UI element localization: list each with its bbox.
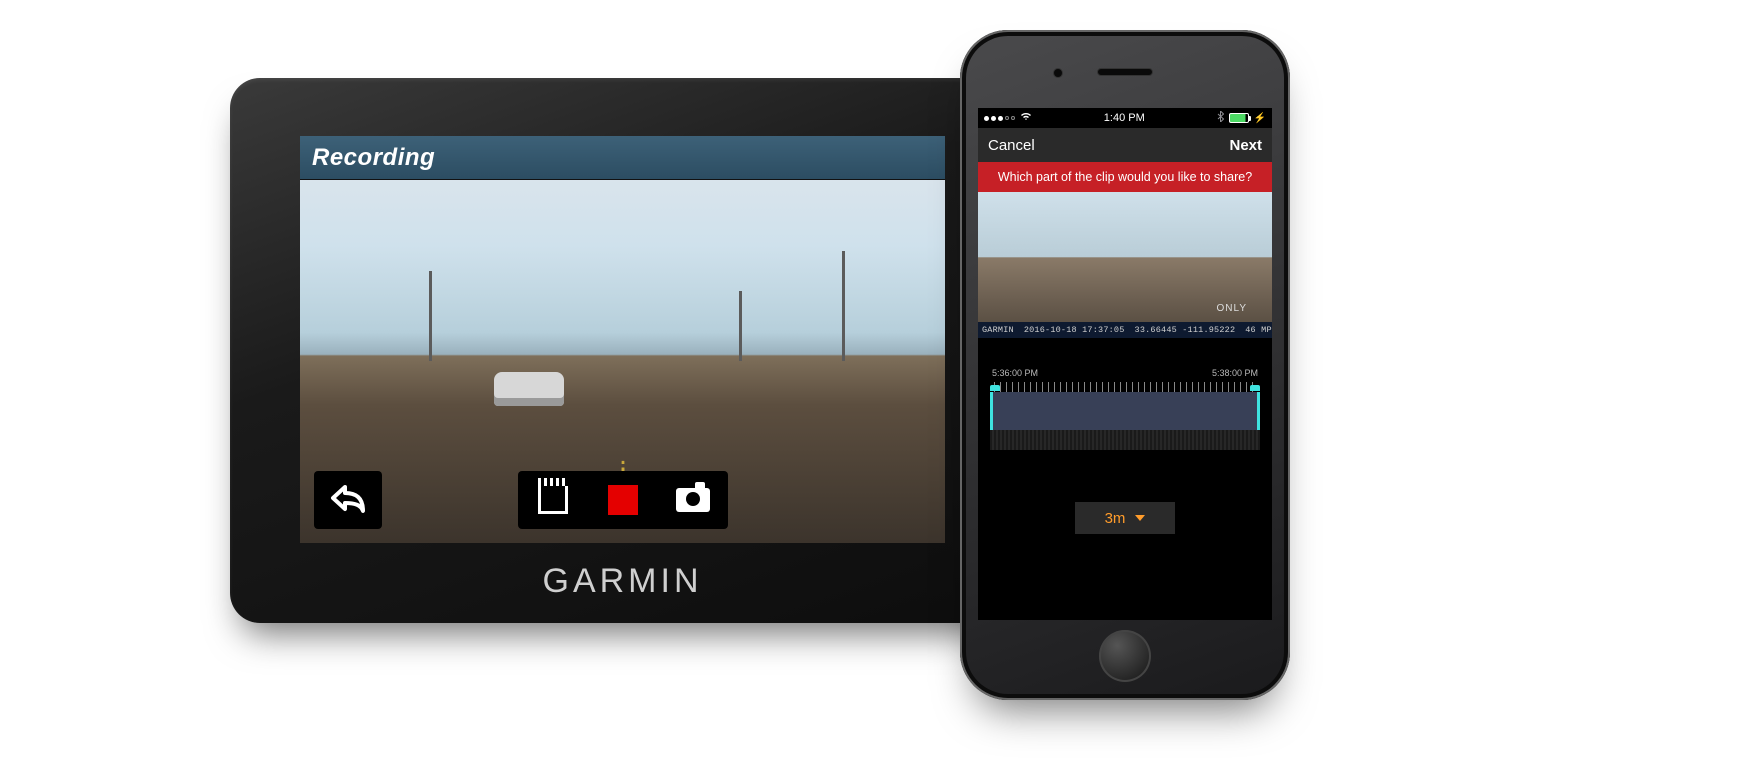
status-bar: 1:40 PM ⚡ [978, 108, 1272, 128]
timeline-track-base [990, 430, 1260, 450]
phone-speaker [1097, 68, 1153, 76]
camera-icon [676, 488, 710, 512]
timeline-end-label: 5:38:00 PM [1212, 368, 1258, 378]
record-icon [608, 485, 638, 515]
garmin-device: Recording [230, 78, 1015, 623]
clip-selection-range[interactable] [990, 392, 1260, 430]
duration-value: 3m [1105, 510, 1126, 527]
timeline-start-label: 5:36:00 PM [992, 368, 1038, 378]
status-time: 1:40 PM [1104, 112, 1145, 124]
recording-header: Recording [300, 136, 945, 180]
scene-vehicle [494, 372, 564, 406]
recording-label: Recording [312, 144, 435, 172]
next-button[interactable]: Next [1229, 137, 1262, 154]
overlay-coords: 33.66445 -111.95222 [1135, 325, 1236, 335]
cell-signal-icon [984, 116, 1015, 121]
bluetooth-icon [1217, 111, 1224, 125]
charging-icon: ⚡ [1254, 113, 1266, 124]
timeline-editor: 5:36:00 PM 5:38:00 PM [978, 338, 1272, 462]
chevron-down-icon [1135, 515, 1145, 521]
back-button[interactable] [314, 471, 382, 529]
wifi-icon [1020, 112, 1032, 124]
nav-bar: Cancel Next [978, 128, 1272, 162]
timeline-ticks [994, 382, 1256, 392]
overlay-timestamp: 2016-10-18 17:37:05 [1024, 325, 1125, 335]
overlay-brand: GARMIN [982, 325, 1014, 335]
overlay-speed: 46 MPH [1245, 325, 1272, 335]
record-button[interactable] [604, 481, 642, 519]
share-prompt-text: Which part of the clip would you like to… [998, 170, 1252, 184]
sd-card-button[interactable] [534, 481, 572, 519]
dashcam-video-feed [300, 180, 945, 543]
garmin-body: Recording [230, 78, 1015, 623]
home-button[interactable] [1099, 630, 1151, 682]
garmin-screen: Recording [300, 136, 945, 543]
battery-icon [1229, 113, 1249, 123]
garmin-brand-label: GARMIN [230, 562, 1015, 601]
lane-marking-text: ONLY [1217, 303, 1248, 314]
share-prompt-banner: Which part of the clip would you like to… [978, 162, 1272, 192]
scene-poles [300, 347, 945, 362]
phone-screen: 1:40 PM ⚡ Cancel Next Which part of the … [978, 108, 1272, 620]
telemetry-overlay: GARMIN 2016-10-18 17:37:05 33.66445 -111… [978, 322, 1272, 338]
camera-action-bar [518, 471, 728, 529]
back-arrow-icon [329, 481, 367, 520]
phone-device: 1:40 PM ⚡ Cancel Next Which part of the … [960, 30, 1290, 700]
snapshot-button[interactable] [674, 481, 712, 519]
sd-card-icon [538, 486, 568, 514]
clip-preview[interactable]: ONLY [978, 192, 1272, 322]
duration-dropdown[interactable]: 3m [1075, 502, 1175, 534]
cancel-button[interactable]: Cancel [988, 137, 1035, 154]
phone-front-camera [1053, 68, 1063, 78]
